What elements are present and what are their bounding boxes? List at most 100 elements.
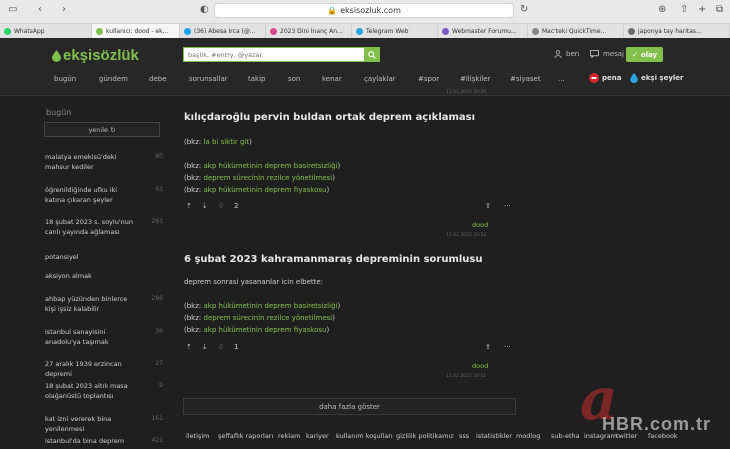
nav-caylaklar[interactable]: çaylaklar [364, 75, 396, 83]
message-link[interactable]: mesaj [590, 50, 624, 58]
share-icon[interactable]: ⇧ [680, 4, 688, 15]
entry-title[interactable]: kılıçdaroğlu pervin buldan ortak deprem … [184, 112, 475, 123]
bkz-link[interactable]: akp hükümetinin deprem basiretsizliği [204, 162, 338, 170]
footer-link[interactable]: kullanım koşulları [336, 432, 393, 440]
browser-tab[interactable]: Mac'teki QuickTime... [528, 24, 624, 39]
favorite-icon[interactable]: ♢ [218, 343, 224, 351]
upvote-icon[interactable]: ⇡ [186, 202, 192, 210]
sidebar-topic-item[interactable]: 27 aralık 1939 erzincan depremi 27 [45, 359, 163, 379]
more-options-icon[interactable]: ··· [504, 202, 511, 210]
browser-tab[interactable]: kullanıcı: dood - ek... [92, 24, 180, 39]
entry-author[interactable]: dood [472, 221, 488, 229]
footer-link[interactable]: reklam [278, 432, 300, 440]
favorite-icon[interactable]: ♢ [218, 202, 224, 210]
nav-spor[interactable]: #spor [418, 75, 439, 83]
load-more-button[interactable]: daha fazla göster [183, 398, 516, 415]
sidebar-topic-item[interactable]: öğrenildiğinde ufku iki katına çıkaran ş… [45, 185, 163, 205]
topic-title: malatya emekisü'deki mahsur kediler [45, 153, 117, 171]
entry-date[interactable]: 11.02.2023 20:56 [446, 90, 486, 95]
nav-bugun[interactable]: bugün [54, 75, 76, 83]
bkz-link[interactable]: deprem sürecinin rezilce yönetilmesi [204, 314, 333, 322]
sidebar-topic-item[interactable]: 18 şubat 2023 altılı masa olağanüstü top… [45, 381, 163, 401]
topic-title: kat izni vererek bina yenilenmesi [45, 415, 112, 433]
tab-label: Telegram Web [366, 28, 409, 35]
share-icon[interactable]: ⇪ [485, 343, 491, 351]
footer-link[interactable]: gizlilik politikamız [396, 432, 454, 440]
nav-sorunsallar[interactable]: sorunsallar [189, 75, 228, 83]
nav-eksi-seyler[interactable]: ekşi şeyler [630, 73, 683, 83]
browser-tab[interactable]: 2023 Dini İnanç An... [266, 24, 352, 39]
sidebar-topic-item[interactable]: malatya emekisü'deki mahsur kediler 80 [45, 152, 163, 172]
footer-link[interactable]: kariyer [306, 432, 329, 440]
bkz-link[interactable]: akp hükümetinin deprem fiyaskosu [204, 186, 327, 194]
entry-date[interactable]: 11.02.2023 20:11 [446, 374, 486, 379]
browser-tab[interactable]: japonya tay haritas... [624, 24, 730, 39]
favorite-count[interactable]: 1 [234, 343, 238, 351]
downloads-icon[interactable]: ⊕ [658, 4, 666, 15]
entry-author[interactable]: dood [472, 362, 488, 370]
sidebar-topic-item[interactable]: kat izni vererek bina yenilenmesi 161 [45, 414, 163, 434]
tab-overview-icon[interactable]: ⧉ [716, 4, 723, 15]
site-logo[interactable]: ekşisözlük [52, 47, 139, 64]
sidebar-topic-item[interactable]: potansiyel [45, 252, 163, 262]
user-link[interactable]: ben [554, 50, 579, 58]
refresh-button[interactable]: yenile ↻ [44, 122, 160, 137]
sidebar-topic-item[interactable]: 18 şubat 2023 s. soylu'nun canlı yayında… [45, 217, 163, 237]
pena-label: pena [602, 74, 622, 82]
nav-son[interactable]: son [288, 75, 300, 83]
nav-gundem[interactable]: gündem [99, 75, 128, 83]
olay-button[interactable]: ✓ olay [626, 47, 663, 62]
downvote-icon[interactable]: ⇣ [202, 343, 208, 351]
share-icon[interactable]: ⇪ [485, 202, 491, 210]
browser-tab[interactable]: Webmaster Forumu... [438, 24, 528, 39]
browser-tab[interactable]: Telegram Web [352, 24, 438, 39]
back-icon[interactable]: ‹ [38, 4, 42, 15]
sidebar-topic-item[interactable]: ahbap yüzünden binlerce kişi işsiz kalab… [45, 294, 163, 314]
entry-actions: ⇡ ⇣ ♢ 1 [186, 343, 239, 351]
url-bar[interactable]: 🔒 eksisozluk.com [214, 3, 514, 18]
footer-link[interactable]: istatistikler [476, 432, 512, 440]
nav-kenar[interactable]: kenar [322, 75, 342, 83]
downvote-icon[interactable]: ⇣ [202, 202, 208, 210]
nav-takip[interactable]: takip [248, 75, 265, 83]
sidebar-title: bugün [46, 108, 72, 117]
bkz-link[interactable]: la bi siktir git [204, 138, 250, 146]
favorite-count[interactable]: 2 [234, 202, 238, 210]
search-button[interactable] [364, 47, 380, 62]
tab-favicon-icon [532, 28, 539, 35]
footer-link[interactable]: iletişim [186, 432, 210, 440]
sidebar-topic-item[interactable]: istanbul sanayisini anadolu'ya taşımak 36 [45, 327, 163, 347]
tab-favicon-icon [356, 28, 363, 35]
broadcaster-watermark: a HBR.com.tr [580, 370, 730, 449]
nav-more[interactable]: ... [558, 75, 565, 83]
browser-tab[interactable]: WhatsApp [0, 24, 92, 39]
entry-title[interactable]: 6 şubat 2023 kahramanmaraş depreminin so… [184, 254, 482, 265]
new-tab-icon[interactable]: + [698, 4, 706, 15]
shield-icon[interactable]: ◐ [200, 4, 209, 15]
forward-icon[interactable]: › [62, 4, 66, 15]
nav-pena[interactable]: pena [589, 73, 621, 83]
entry-date[interactable]: 11.02.2023 20:52 [446, 233, 486, 238]
reload-icon[interactable]: ↻ [520, 4, 528, 15]
bkz-link[interactable]: deprem sürecinin rezilce yönetilmesi [204, 174, 333, 182]
sidebar-toggle-icon[interactable]: ▭ [8, 4, 17, 15]
browser-tab[interactable]: (36) Abesa Irca (@... [180, 24, 266, 39]
bkz-link[interactable]: akp hükümetinin deprem basiretsizliği [204, 302, 338, 310]
search-input[interactable] [183, 47, 365, 62]
nav-iliskiler[interactable]: #ilişkiler [460, 75, 490, 83]
sidebar-topic-item[interactable]: aksiyon almak [45, 271, 163, 281]
sidebar-topic-item[interactable]: istanbul'da bina deprem 421 [45, 436, 163, 446]
nav-debe[interactable]: debe [149, 75, 167, 83]
topic-count: 161 [151, 415, 163, 422]
more-options-icon[interactable]: ··· [504, 343, 511, 351]
footer-link[interactable]: şeffaflık raporları [218, 432, 273, 440]
bkz-link[interactable]: akp hükümetinin deprem fiyaskosu [204, 326, 327, 334]
topic-title: ahbap yüzünden binlerce kişi işsiz kalab… [45, 295, 128, 313]
upvote-icon[interactable]: ⇡ [186, 343, 192, 351]
nav-siyaset[interactable]: #siyaset [510, 75, 541, 83]
footer-link[interactable]: modlog [516, 432, 540, 440]
footer-link[interactable]: sub-etha [551, 432, 580, 440]
drop-icon [52, 49, 61, 62]
bkz-line: (bkz: akp hükümetinin deprem basiretsizl… [184, 302, 341, 310]
footer-link[interactable]: sss [459, 432, 469, 440]
